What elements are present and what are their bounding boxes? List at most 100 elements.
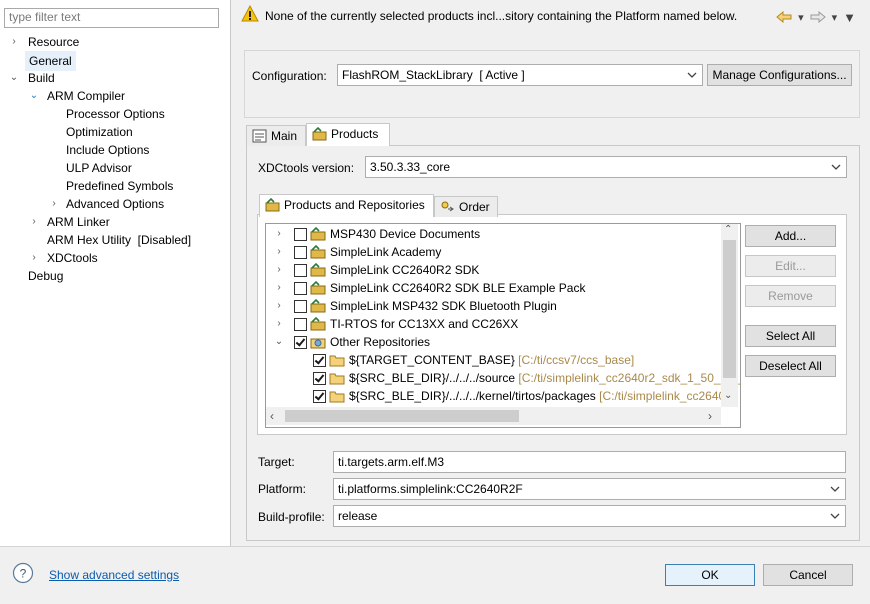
product-row[interactable]: › SimpleLink MSP432 SDK Bluetooth Plugin bbox=[266, 297, 721, 315]
xdc-version-select[interactable]: 3.50.3.33_core bbox=[365, 156, 847, 178]
product-row[interactable]: › SimpleLink Academy bbox=[266, 243, 721, 261]
platform-value: ti.platforms.simplelink:CC2640R2F bbox=[338, 482, 523, 496]
product-row[interactable]: › MSP430 Device Documents bbox=[266, 225, 721, 243]
product-checkbox[interactable] bbox=[294, 228, 307, 241]
product-row[interactable]: ⌄ Other Repositories bbox=[266, 333, 721, 351]
product-checkbox[interactable] bbox=[294, 246, 307, 259]
warning-bar: None of the currently selected products … bbox=[232, 0, 870, 34]
tree-item-debug[interactable]: Debug bbox=[28, 267, 63, 285]
cancel-button[interactable]: Cancel bbox=[763, 564, 853, 586]
tree-item-build[interactable]: Build bbox=[28, 69, 55, 87]
tab-main[interactable]: Main bbox=[246, 125, 306, 146]
forward-dropdown-icon[interactable]: ▾ bbox=[832, 11, 838, 24]
subtab-products-repositories[interactable]: Products and Repositories bbox=[259, 194, 434, 217]
tree-item-include-options[interactable]: Include Options bbox=[66, 141, 149, 159]
product-name: MSP430 Device Documents bbox=[330, 227, 481, 241]
product-checkbox[interactable] bbox=[294, 264, 307, 277]
ok-button[interactable]: OK bbox=[665, 564, 755, 586]
scroll-up-icon[interactable]: ⌃ bbox=[724, 224, 732, 235]
repository-checkbox[interactable] bbox=[313, 372, 326, 385]
back-dropdown-icon[interactable]: ▾ bbox=[798, 11, 804, 24]
arm-linker-expand-icon[interactable]: › bbox=[29, 213, 39, 231]
chevron-right-icon[interactable]: › bbox=[274, 297, 284, 315]
chevron-right-icon[interactable]: › bbox=[274, 261, 284, 279]
product-name: SimpleLink CC2640R2 SDK bbox=[330, 263, 480, 277]
arm-compiler-collapse-icon[interactable]: ⌄ bbox=[29, 87, 39, 105]
back-arrow-icon[interactable] bbox=[776, 11, 792, 23]
chevron-down-icon bbox=[830, 486, 840, 492]
vertical-scrollbar[interactable]: ⌃ ⌄ bbox=[721, 224, 738, 407]
view-menu-icon[interactable]: ▼ bbox=[843, 10, 856, 25]
chevron-down-icon bbox=[830, 513, 840, 519]
product-checkbox[interactable] bbox=[294, 282, 307, 295]
product-row[interactable]: › TI-RTOS for CC13XX and CC26XX bbox=[266, 315, 721, 333]
chevron-down-icon[interactable]: ⌄ bbox=[274, 333, 284, 351]
add-button[interactable]: Add... bbox=[745, 225, 836, 247]
horizontal-scroll-thumb[interactable] bbox=[285, 410, 519, 422]
help-icon[interactable]: ? bbox=[12, 562, 34, 584]
advanced-options-expand-icon[interactable]: › bbox=[49, 195, 59, 213]
tree-item-general[interactable]: General bbox=[25, 51, 76, 71]
tree-item-advanced-options[interactable]: Advanced Options bbox=[66, 195, 164, 213]
filter-field-box bbox=[4, 8, 219, 28]
tree-item-arm-linker[interactable]: ARM Linker bbox=[47, 213, 110, 231]
repository-checkbox[interactable] bbox=[313, 390, 326, 403]
xdctools-expand-icon[interactable]: › bbox=[29, 249, 39, 267]
select-all-button[interactable]: Select All bbox=[745, 325, 836, 347]
repository-path: [C:/ti/simplelink_cc2640r2_sdk_1_50_00_ bbox=[518, 371, 741, 385]
edit-button[interactable]: Edit... bbox=[745, 255, 836, 277]
deselect-all-button[interactable]: Deselect All bbox=[745, 355, 836, 377]
tree-item-xdctools[interactable]: XDCtools bbox=[47, 249, 98, 267]
tab-main-label: Main bbox=[271, 129, 298, 143]
product-checkbox[interactable] bbox=[294, 300, 307, 313]
product-row[interactable]: › SimpleLink CC2640R2 SDK bbox=[266, 261, 721, 279]
scroll-left-icon[interactable]: ‹ bbox=[270, 409, 274, 423]
repository-checkbox[interactable] bbox=[313, 354, 326, 367]
tree-item-ulp-advisor-label: ULP Advisor bbox=[66, 161, 132, 175]
tab-products[interactable]: Products bbox=[306, 123, 390, 146]
chevron-right-icon[interactable]: › bbox=[274, 279, 284, 297]
folder-icon bbox=[329, 373, 345, 385]
resource-expand-icon[interactable]: › bbox=[9, 33, 19, 51]
tree-item-resource[interactable]: Resource bbox=[28, 33, 79, 51]
chevron-right-icon[interactable]: › bbox=[274, 225, 284, 243]
chevron-right-icon[interactable]: › bbox=[274, 243, 284, 261]
tree-item-predefined-symbols[interactable]: Predefined Symbols bbox=[66, 177, 173, 195]
forward-arrow-icon[interactable] bbox=[810, 11, 826, 23]
manage-configurations-button[interactable]: Manage Configurations... bbox=[707, 64, 852, 86]
platform-select[interactable]: ti.platforms.simplelink:CC2640R2F bbox=[333, 478, 846, 500]
build-profile-select[interactable]: release bbox=[333, 505, 846, 527]
tree-item-advanced-options-label: Advanced Options bbox=[66, 197, 165, 211]
product-name: TI-RTOS for CC13XX and CC26XX bbox=[330, 317, 519, 331]
tree-item-ulp-advisor[interactable]: ULP Advisor bbox=[66, 159, 132, 177]
tree-item-optimization[interactable]: Optimization bbox=[66, 123, 133, 141]
horizontal-scrollbar[interactable]: ‹ › bbox=[266, 407, 721, 425]
product-checkbox[interactable] bbox=[294, 318, 307, 331]
repository-row[interactable]: ${SRC_BLE_DIR}/../../../source [C:/ti/si… bbox=[266, 369, 740, 387]
xdc-version-value: 3.50.3.33_core bbox=[370, 160, 451, 174]
target-value: ti.targets.arm.elf.M3 bbox=[338, 455, 445, 469]
scroll-right-icon[interactable]: › bbox=[708, 409, 712, 423]
build-profile-label: Build-profile: bbox=[258, 510, 325, 524]
subtab-order[interactable]: Order bbox=[434, 196, 498, 217]
show-advanced-settings-link[interactable]: Show advanced settings bbox=[49, 568, 179, 582]
build-collapse-icon[interactable]: ⌄ bbox=[9, 69, 19, 87]
tree-item-processor-options[interactable]: Processor Options bbox=[66, 105, 165, 123]
history-nav: ▾ ▾ ▼ bbox=[776, 9, 856, 25]
repository-row[interactable]: ${SRC_BLE_DIR}/../../../kernel/tirtos/pa… bbox=[266, 387, 725, 405]
remove-button[interactable]: Remove bbox=[745, 285, 836, 307]
scroll-down-icon[interactable]: ⌄ bbox=[724, 390, 732, 401]
properties-dialog: › Resource General ⌄ Build ⌄ ARM Compile… bbox=[0, 0, 870, 604]
configuration-select[interactable]: FlashROM_StackLibrary [ Active ] bbox=[337, 64, 703, 86]
tree-item-arm-hex-utility-label: ARM Hex Utility [Disabled] bbox=[47, 233, 192, 247]
product-row[interactable]: › SimpleLink CC2640R2 SDK BLE Example Pa… bbox=[266, 279, 721, 297]
target-field[interactable]: ti.targets.arm.elf.M3 bbox=[333, 451, 846, 473]
filter-input[interactable] bbox=[5, 9, 218, 25]
tree-item-arm-compiler[interactable]: ARM Compiler bbox=[47, 87, 125, 105]
chevron-right-icon[interactable]: › bbox=[274, 315, 284, 333]
repository-row[interactable]: ${TARGET_CONTENT_BASE} [C:/ti/ccsv7/ccs_… bbox=[266, 351, 721, 369]
tree-item-arm-compiler-label: ARM Compiler bbox=[47, 89, 126, 103]
product-checkbox[interactable] bbox=[294, 336, 307, 349]
vertical-scroll-thumb[interactable] bbox=[723, 240, 736, 378]
tree-item-arm-hex-utility[interactable]: ARM Hex Utility [Disabled] bbox=[47, 231, 191, 249]
